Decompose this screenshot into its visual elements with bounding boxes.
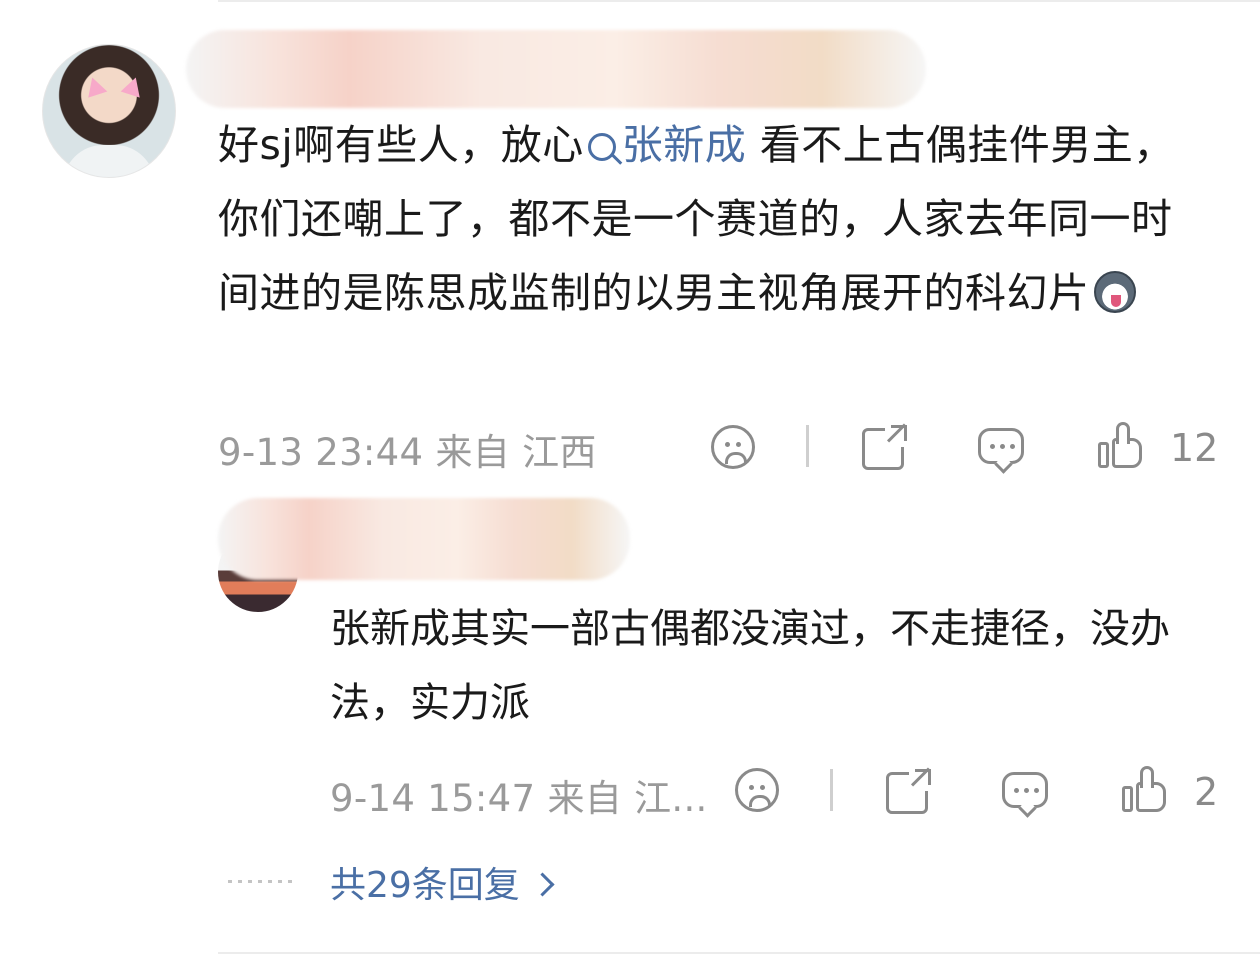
cat-ear-decoration — [82, 74, 108, 98]
top-divider — [218, 0, 1260, 2]
divider — [830, 769, 833, 811]
blurred-username[interactable] — [186, 30, 926, 108]
reply-like-count: 2 — [1194, 770, 1219, 814]
thumbs-up-icon[interactable] — [1122, 766, 1168, 812]
reply-time: 9-14 15:47 — [330, 777, 536, 820]
avatar[interactable] — [42, 44, 176, 178]
mention-link[interactable]: 张新成 — [584, 121, 747, 169]
share-icon[interactable] — [862, 425, 907, 470]
divider — [806, 425, 809, 467]
comment-text-part: 好sj啊有些人，放心 — [218, 121, 584, 169]
cat-ear-decoration — [120, 74, 146, 98]
sad-face-icon[interactable] — [711, 425, 755, 469]
avatar-shirt — [63, 145, 155, 177]
thumbs-up-icon[interactable] — [1098, 422, 1144, 468]
comment-icon[interactable] — [978, 428, 1024, 474]
dog-emoji-icon — [1093, 271, 1136, 313]
comment-icon[interactable] — [1002, 772, 1048, 818]
sad-face-icon[interactable] — [735, 768, 779, 812]
bottom-divider — [218, 952, 1260, 954]
share-icon[interactable] — [886, 769, 931, 814]
chevron-right-icon — [530, 872, 555, 897]
comment-location: 来自 江西 — [435, 431, 597, 474]
reply-text: 张新成其实一部古偶都没演过，不走捷径，没办法，实力派 — [330, 606, 1170, 726]
search-icon — [587, 133, 616, 161]
like-count: 12 — [1170, 426, 1219, 470]
thread-dots — [228, 880, 292, 883]
more-replies-label: 共29条回复 — [330, 865, 520, 906]
blurred-reply-username[interactable] — [218, 498, 630, 580]
more-replies-link[interactable]: 共29条回复 — [330, 856, 555, 908]
reply-location: 来自 江... — [547, 777, 708, 820]
comment-meta: 9-13 23:44 来自 江西 — [218, 422, 597, 476]
reply-meta: 9-14 15:47 来自 江... — [330, 768, 708, 822]
mention-name: 张新成 — [621, 121, 747, 169]
comment-text: 好sj啊有些人，放心 张新成 看不上古偶挂件男主，你们还嘲上了，都不是一个赛道的，… — [218, 108, 1208, 330]
comment-time: 9-13 23:44 — [218, 431, 424, 474]
